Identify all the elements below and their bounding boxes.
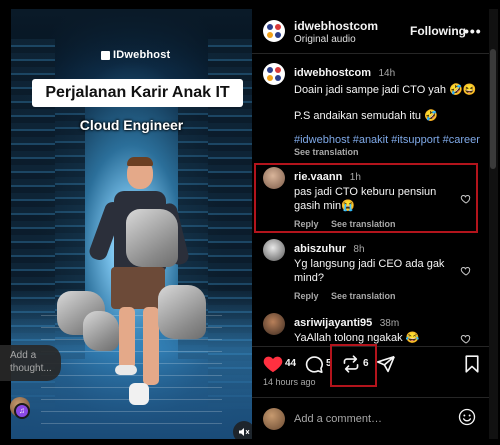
speaker-muted-icon [239,428,250,436]
paper-plane-icon[interactable] [376,355,396,373]
comments-list[interactable]: idwebhostcom 14h Doain jadi sampe jadi C… [252,55,489,345]
mute-button[interactable] [233,421,252,439]
brand-text: IDwebhost [113,49,171,61]
caption-body: idwebhostcom 14h Doain jadi sampe jadi C… [294,63,484,157]
repost-arrows-icon[interactable] [341,355,361,373]
comment-time: 1h [349,172,361,183]
like-comment-heart-icon[interactable] [460,265,472,277]
like-comment-heart-icon[interactable] [460,193,472,205]
header-username[interactable]: idwebhostcom [294,19,378,33]
comment-body: abiszuhur 8h Yg langsung jadi CEO ada ga… [294,239,459,301]
bookmark-icon[interactable] [464,355,480,373]
see-translation-link[interactable]: See translation [331,291,396,301]
caption-time: 14h [378,68,396,79]
scrollbar-thumb[interactable] [490,49,496,169]
see-translation-link[interactable]: See translation [294,147,484,157]
comment-body: asriwijayanti95 38m YaAllah tolong ngaka… [294,313,459,345]
money-bag [158,285,206,339]
comment-input[interactable] [294,410,444,428]
comment-time: 38m [379,318,400,329]
reel-viewer: IDwebhost Perjalanan Karir Anak IT Cloud… [0,0,500,445]
comment-text: pas jadi CTO keburu pensiun gasih min😭 [294,186,437,212]
repost-count[interactable]: 6 [363,358,369,369]
brand-logo-icon [266,66,282,82]
like-comment-heart-icon[interactable] [460,333,472,345]
comment-text: YaAllah tolong ngakak 😂 [294,332,420,344]
comment-time: 8h [353,244,365,255]
original-audio-link[interactable]: Original audio [294,34,356,45]
scrollbar[interactable] [489,9,498,439]
speech-bubble-icon[interactable] [304,355,324,373]
post-timestamp: 14 hours ago [263,377,316,387]
brand-logo-icon [266,23,282,39]
brand-logo-icon [101,50,110,60]
more-options-icon[interactable]: ••• [464,23,482,39]
avatar[interactable] [263,63,285,85]
avatar[interactable] [263,313,285,335]
heart-filled-icon[interactable] [263,355,283,373]
comment-meta: Reply See translation [294,291,459,301]
comment-username[interactable]: rie.vaann [294,171,342,183]
video-title: Perjalanan Karir Anak IT [45,84,230,101]
caption: idwebhostcom 14h Doain jadi sampe jadi C… [252,63,489,157]
money-bag [83,311,119,351]
avatar[interactable] [263,20,285,42]
video-subtitle: Cloud Engineer [79,117,184,133]
person-leg [143,307,159,385]
see-translation-link[interactable]: See translation [331,219,396,229]
video-brand-logo: IDwebhost [101,49,170,61]
like-count[interactable]: 44 [285,358,296,369]
add-thought-text: Add a thought... [10,350,52,374]
caption-hashtags[interactable]: #idwebhost #anakit #itsupport #career [294,133,484,147]
comment-text: Yg langsung jadi CEO ada gak mind? [294,258,445,284]
person-hair [127,157,153,166]
avatar[interactable] [263,167,285,189]
music-note-icon[interactable]: ♫ [14,403,30,419]
comment-meta: Reply See translation [294,219,459,229]
reply-button[interactable]: Reply [294,219,319,229]
avatar [263,408,285,430]
caption-username[interactable]: idwebhostcom [294,67,371,79]
caption-line: Doain jadi sampe jadi CTO yah 🤣😆 [294,84,477,96]
person-shorts [111,267,165,309]
comment-username[interactable]: asriwijayanti95 [294,317,372,329]
panel-header: idwebhostcom Original audio Following ••… [252,9,489,54]
comment-body: rie.vaann 1h pas jadi CTO keburu pensiun… [294,167,459,229]
person-leg [119,307,135,369]
comments-panel: idwebhostcom Original audio Following ••… [252,9,489,439]
following-button[interactable]: Following [410,24,466,38]
comment-composer [252,397,489,439]
action-bar: 44 5 6 14 hours ago [252,344,489,394]
video-title-banner: Perjalanan Karir Anak IT [32,79,243,107]
comment-username[interactable]: abiszuhur [294,243,346,255]
money-bag [126,209,178,267]
person-shoe [115,365,137,375]
reply-button[interactable]: Reply [294,291,319,301]
add-thought-bubble[interactable]: Add a thought... [0,345,61,381]
smiley-icon[interactable] [458,408,476,426]
person-shoe [129,383,149,405]
caption-line: P.S andaikan semudah itu 🤣 [294,110,438,122]
avatar[interactable] [263,239,285,261]
